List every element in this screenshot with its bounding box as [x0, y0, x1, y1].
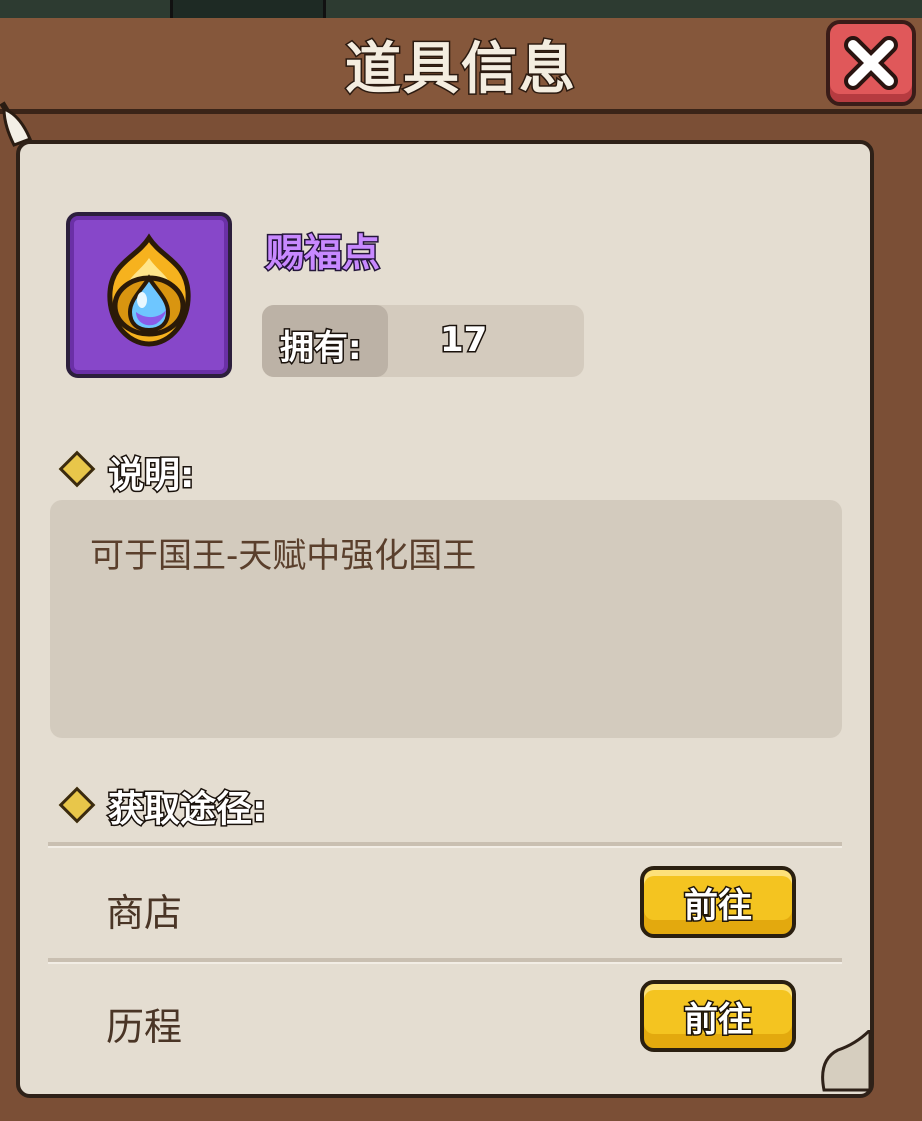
go-button-shop[interactable]: 前往 — [640, 866, 796, 938]
owned-value: 17 — [438, 319, 488, 362]
sources-label: 获取途径: — [106, 788, 267, 832]
description-text: 可于国王-天赋中强化国王 — [90, 536, 477, 576]
flame-gem-icon — [107, 233, 191, 347]
item-name: 赐福点 — [264, 230, 381, 277]
divider — [48, 842, 842, 848]
page-curl-icon — [821, 1030, 870, 1092]
close-button[interactable] — [826, 20, 916, 106]
owned-label: 拥有: — [279, 327, 364, 370]
go-button-label: 前往 — [683, 884, 754, 927]
close-x-icon — [844, 36, 898, 90]
description-label: 说明: — [106, 454, 195, 498]
go-button-journey[interactable]: 前往 — [640, 980, 796, 1052]
go-button-label: 前往 — [683, 998, 754, 1041]
source-name-journey: 历程 — [106, 1005, 183, 1049]
divider — [48, 958, 842, 964]
item-icon-frame — [66, 212, 232, 378]
dialog-title: 道具信息 — [344, 36, 577, 104]
source-name-shop: 商店 — [106, 891, 183, 935]
